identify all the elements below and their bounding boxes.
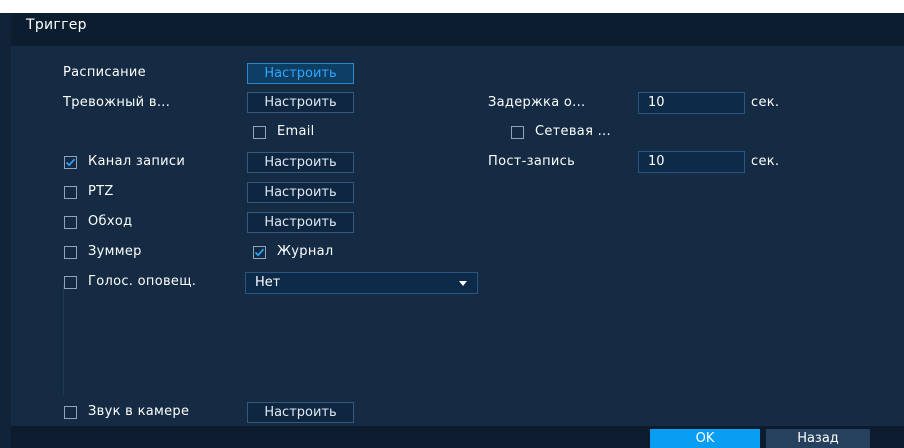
check-icon [254, 248, 265, 257]
check-icon [65, 158, 76, 167]
camera-audio-checkbox[interactable] [64, 406, 77, 419]
chevron-down-icon [459, 281, 467, 286]
window-title: Триггер [26, 17, 87, 33]
alarm-out-label: Тревожный в... [63, 95, 171, 110]
schedule-label: Расписание [63, 65, 146, 80]
schedule-setup-button[interactable]: Настроить [247, 63, 354, 84]
buzzer-label: Зуммер [88, 244, 142, 259]
alarm-delay-input[interactable]: 10 [638, 92, 745, 114]
divider-line [63, 285, 64, 395]
network-checkbox[interactable] [511, 126, 524, 139]
post-record-input[interactable]: 10 [638, 151, 745, 173]
top-strip [0, 0, 904, 13]
alarm-out-setup-button[interactable]: Настроить [247, 92, 354, 113]
email-label: Email [277, 124, 315, 139]
left-edge [0, 13, 11, 448]
post-record-label: Пост-запись [488, 154, 576, 169]
alarm-delay-unit: сек. [751, 95, 780, 110]
post-record-unit: сек. [751, 154, 780, 169]
back-button[interactable]: Назад [766, 429, 870, 448]
voice-select[interactable]: Нет [245, 272, 478, 294]
camera-audio-label: Звук в камере [88, 404, 190, 419]
tour-setup-button[interactable]: Настроить [247, 212, 354, 233]
title-bar [11, 13, 904, 46]
network-label: Сетевая ... [535, 124, 611, 139]
ptz-setup-button[interactable]: Настроить [247, 182, 354, 203]
tour-checkbox[interactable] [64, 216, 77, 229]
alarm-delay-label: Задержка о... [488, 95, 586, 110]
voice-select-value: Нет [255, 275, 281, 290]
ok-button[interactable]: OK [650, 429, 760, 448]
buzzer-checkbox[interactable] [64, 246, 77, 259]
record-setup-button[interactable]: Настроить [247, 152, 354, 173]
voice-label: Голос. оповещ. [88, 274, 197, 289]
camera-audio-setup-button[interactable]: Настроить [247, 402, 354, 423]
voice-checkbox[interactable] [64, 276, 77, 289]
email-checkbox[interactable] [253, 126, 266, 139]
tour-label: Обход [88, 214, 133, 229]
ptz-checkbox[interactable] [64, 186, 77, 199]
ptz-label: PTZ [88, 184, 114, 199]
log-checkbox[interactable] [253, 246, 266, 259]
record-checkbox[interactable] [64, 156, 77, 169]
log-label: Журнал [277, 244, 334, 259]
record-label: Канал записи [88, 154, 186, 169]
